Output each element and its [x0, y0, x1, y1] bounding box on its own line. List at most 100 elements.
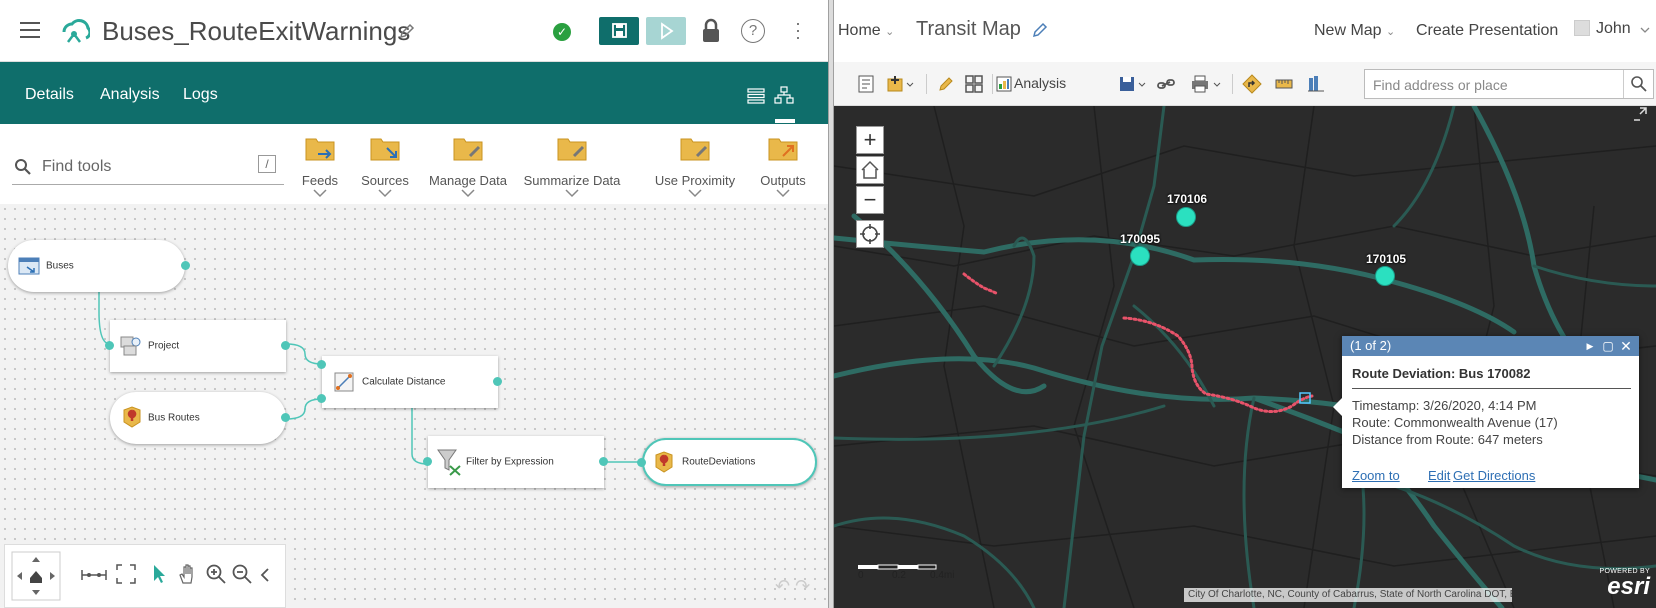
node-bus-routes[interactable]: Bus Routes — [110, 392, 290, 444]
next-feature-icon[interactable]: ▶ — [1583, 339, 1597, 353]
diagram-view-icon[interactable] — [774, 86, 794, 104]
share-link-icon[interactable] — [1156, 74, 1176, 94]
edit-title-icon[interactable] — [1032, 22, 1048, 38]
select-arrow-icon[interactable] — [151, 563, 167, 585]
bus-marker[interactable] — [1176, 207, 1196, 227]
directions-icon[interactable] — [1242, 74, 1262, 94]
output-port[interactable] — [281, 413, 290, 422]
home-extent-button[interactable] — [856, 156, 884, 184]
output-port[interactable] — [181, 261, 190, 270]
map-attribution[interactable]: City Of Charlotte, NC, County of Cabarru… — [1184, 588, 1512, 602]
output-port[interactable] — [281, 341, 290, 350]
analytics-title: Buses_RouteExitWarnings — [102, 16, 411, 46]
address-search-input[interactable]: Find address or place — [1364, 69, 1654, 99]
search-icon — [15, 159, 31, 175]
input-port[interactable] — [105, 341, 114, 350]
print-icon[interactable] — [1190, 74, 1224, 94]
details-icon[interactable] — [856, 74, 876, 94]
tool-label: Use Proximity — [654, 173, 736, 188]
tab-analysis[interactable]: Analysis — [100, 86, 160, 104]
popup-timestamp: Timestamp: 3/26/2020, 4:14 PM — [1352, 398, 1537, 413]
popup-divider — [1352, 388, 1631, 389]
zoom-out-icon[interactable] — [231, 563, 253, 585]
add-layer-icon[interactable] — [886, 74, 916, 94]
maximize-icon[interactable]: ▢ — [1601, 339, 1615, 353]
layer-icon — [123, 406, 141, 428]
edit-title-icon[interactable] — [398, 22, 416, 40]
output-port[interactable] — [493, 377, 502, 386]
collapse-icon[interactable] — [259, 567, 271, 583]
menu-icon[interactable] — [20, 22, 40, 38]
popup-pointer — [1333, 398, 1342, 416]
search-icon — [1631, 76, 1647, 92]
node-project[interactable]: Project — [105, 320, 290, 372]
node-label: Buses — [46, 260, 74, 272]
pan-control-icon[interactable] — [11, 551, 61, 601]
close-icon[interactable]: ✕ — [1619, 339, 1633, 353]
save-map-icon[interactable] — [1118, 74, 1148, 94]
zoom-out-button[interactable]: − — [856, 186, 884, 214]
bookmarks-icon[interactable] — [1306, 74, 1326, 94]
save-button[interactable] — [599, 17, 639, 45]
layer-icon — [655, 451, 673, 473]
run-button[interactable] — [646, 17, 686, 45]
chevron-down-icon[interactable] — [1640, 26, 1650, 34]
fit-width-icon[interactable] — [79, 567, 109, 583]
zoom-to-link[interactable]: Zoom to — [1352, 468, 1400, 483]
map-viewer-pane: Home ⌄ Transit Map New Map ⌄ Create Pres… — [834, 0, 1656, 608]
node-filter-by-expression[interactable]: Filter by Expression — [423, 436, 608, 488]
node-calculate-distance[interactable]: Calculate Distance — [317, 356, 502, 408]
analysis-label[interactable]: Analysis — [1014, 75, 1066, 91]
node-buses[interactable]: Buses — [8, 240, 190, 292]
feed-icon — [18, 257, 40, 275]
bus-marker[interactable] — [1130, 246, 1150, 266]
input-port[interactable] — [637, 458, 646, 467]
find-tools-search[interactable]: Find tools / — [12, 149, 284, 185]
list-view-icon[interactable] — [747, 88, 765, 104]
input-port[interactable] — [423, 457, 432, 466]
home-label: Home — [838, 22, 881, 39]
fullscreen-icon[interactable] — [115, 563, 137, 585]
separator — [926, 74, 927, 94]
basemap-gallery-icon[interactable] — [964, 74, 984, 94]
zoom-in-icon[interactable] — [205, 563, 227, 585]
measure-icon[interactable] — [1274, 74, 1294, 94]
tool-use-proximity[interactable]: Use Proximity — [645, 130, 745, 200]
tab-details[interactable]: Details — [25, 86, 74, 104]
folder-feeds-icon — [305, 138, 335, 161]
analysis-icon[interactable] — [996, 76, 1012, 92]
tool-label: Outputs — [760, 173, 806, 188]
active-view-indicator — [775, 119, 795, 123]
node-route-deviations[interactable]: RouteDeviations — [637, 438, 817, 486]
input-port[interactable] — [317, 394, 326, 403]
more-options-icon[interactable]: · · · — [795, 14, 801, 46]
get-directions-link[interactable]: Get Directions — [1453, 468, 1535, 483]
feature-popup: (1 of 2) ▶ ▢ ✕ Route Deviation: Bus 1700… — [1333, 336, 1639, 488]
map-view[interactable]: + − 170106 170095 170105 (1 of 2) ▶ ▢ ✕ … — [834, 106, 1656, 608]
sketch-pencil-icon[interactable] — [936, 74, 956, 94]
user-menu[interactable]: John — [1596, 20, 1631, 38]
help-icon[interactable]: ? — [741, 19, 765, 43]
output-port[interactable] — [599, 457, 608, 466]
lock-icon[interactable] — [700, 18, 722, 44]
bus-marker[interactable] — [1375, 266, 1395, 286]
popup-counter: (1 of 2) — [1350, 338, 1392, 353]
pan-hand-icon[interactable] — [177, 563, 199, 585]
tab-logs[interactable]: Logs — [183, 86, 218, 104]
create-presentation-link[interactable]: Create Presentation — [1416, 22, 1558, 40]
undo-redo[interactable]: ↶ ↷ — [775, 576, 821, 600]
folder-summarize-icon — [557, 138, 587, 161]
locate-button[interactable] — [856, 220, 884, 248]
input-port[interactable] — [317, 360, 326, 369]
tool-outputs[interactable]: Outputs — [733, 130, 833, 200]
tab-bar: Details Analysis Logs — [0, 62, 828, 124]
tool-summarize-data[interactable]: Summarize Data — [522, 130, 622, 200]
model-canvas[interactable]: Buses Project Bus Routes Calculate Dista… — [0, 204, 828, 608]
tool-manage-data[interactable]: Manage Data — [418, 130, 518, 200]
new-map-menu[interactable]: New Map ⌄ — [1314, 22, 1395, 40]
home-menu[interactable]: Home ⌄ — [838, 22, 894, 40]
popup-distance: Distance from Route: 647 meters — [1352, 432, 1543, 447]
search-button[interactable] — [1623, 70, 1653, 98]
edit-link[interactable]: Edit — [1428, 468, 1450, 483]
zoom-in-button[interactable]: + — [856, 126, 884, 154]
